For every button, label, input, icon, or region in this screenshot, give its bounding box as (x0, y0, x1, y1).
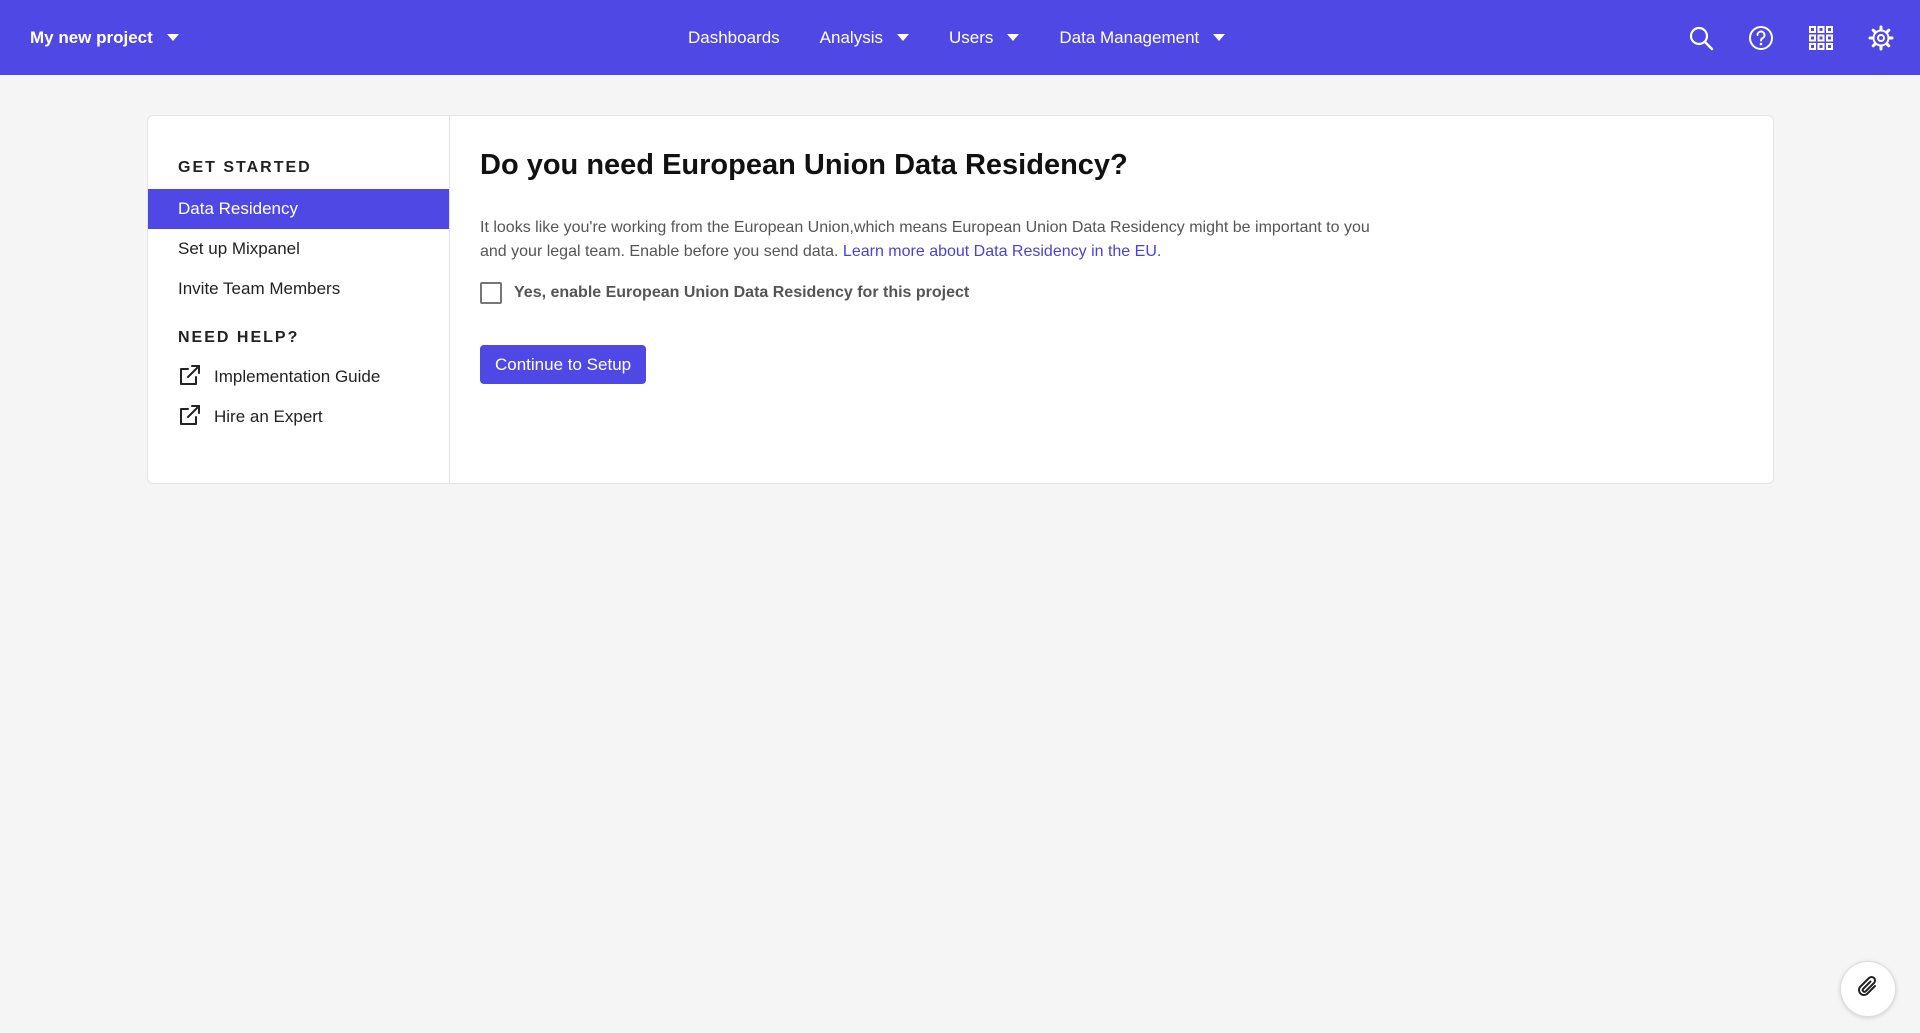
nav-icon-group (1686, 0, 1896, 75)
search-icon[interactable] (1686, 23, 1716, 53)
nav-dashboards[interactable]: Dashboards (688, 28, 780, 48)
external-link-icon (178, 403, 202, 432)
apps-grid-icon[interactable] (1806, 23, 1836, 53)
sidebar-item-label: Set up Mixpanel (178, 239, 300, 258)
main-nav: Dashboards Analysis Users Data Managemen… (688, 0, 1226, 75)
main-content: Do you need European Union Data Residenc… (450, 116, 1773, 483)
nav-data-management-label: Data Management (1059, 27, 1200, 47)
sidebar-item-setup-mixpanel[interactable]: Set up Mixpanel (148, 229, 449, 269)
chevron-down-icon (896, 34, 909, 41)
nav-analysis[interactable]: Analysis (820, 28, 909, 48)
chevron-down-icon (166, 34, 179, 41)
help-item-label: Hire an Expert (214, 407, 323, 426)
nav-users-label: Users (948, 27, 994, 47)
project-selector[interactable]: My new project (30, 0, 179, 75)
nav-users[interactable]: Users (948, 27, 1020, 48)
nav-data-management[interactable]: Data Management (1059, 27, 1226, 48)
help-icon[interactable] (1746, 23, 1776, 53)
enable-eu-residency-checkbox[interactable] (480, 282, 502, 304)
implementation-guide-link[interactable]: Implementation Guide (148, 357, 449, 397)
project-name: My new project (30, 27, 153, 47)
chevron-down-icon (1007, 34, 1020, 41)
settings-gear-icon[interactable] (1866, 23, 1896, 53)
nav-analysis-label: Analysis (819, 27, 883, 47)
continue-to-setup-button[interactable]: Continue to Setup (480, 345, 647, 384)
need-help-title: NEED HELP? (178, 329, 300, 346)
paperclip-icon (1855, 974, 1881, 1005)
hire-expert-link[interactable]: Hire an Expert (148, 397, 449, 437)
description: It looks like you're working from the Eu… (480, 216, 1400, 264)
checkbox-label[interactable]: Yes, enable European Union Data Residenc… (514, 284, 969, 302)
external-link-icon (178, 363, 202, 392)
floating-attach-button[interactable] (1840, 961, 1896, 1017)
sidebar-item-data-residency[interactable]: Data Residency (148, 189, 449, 229)
nav-dashboards-label: Dashboards (688, 27, 780, 47)
chevron-down-icon (1213, 34, 1226, 41)
page-title: Do you need European Union Data Residenc… (480, 149, 1128, 181)
sidebar-item-invite-team[interactable]: Invite Team Members (148, 269, 449, 309)
sidebar-item-label: Invite Team Members (178, 279, 341, 298)
setup-card: GET STARTED Data Residency Set up Mixpan… (147, 115, 1774, 484)
get-started-title: GET STARTED (178, 159, 312, 176)
sidebar-item-label: Data Residency (178, 199, 299, 218)
sidebar: GET STARTED Data Residency Set up Mixpan… (148, 116, 450, 483)
help-item-label: Implementation Guide (214, 367, 381, 386)
data-residency-option: Yes, enable European Union Data Residenc… (480, 282, 1773, 304)
learn-more-link[interactable]: Learn more about Data Residency in the E… (843, 243, 1161, 260)
top-navbar: My new project Dashboards Analysis Users… (0, 0, 1920, 75)
